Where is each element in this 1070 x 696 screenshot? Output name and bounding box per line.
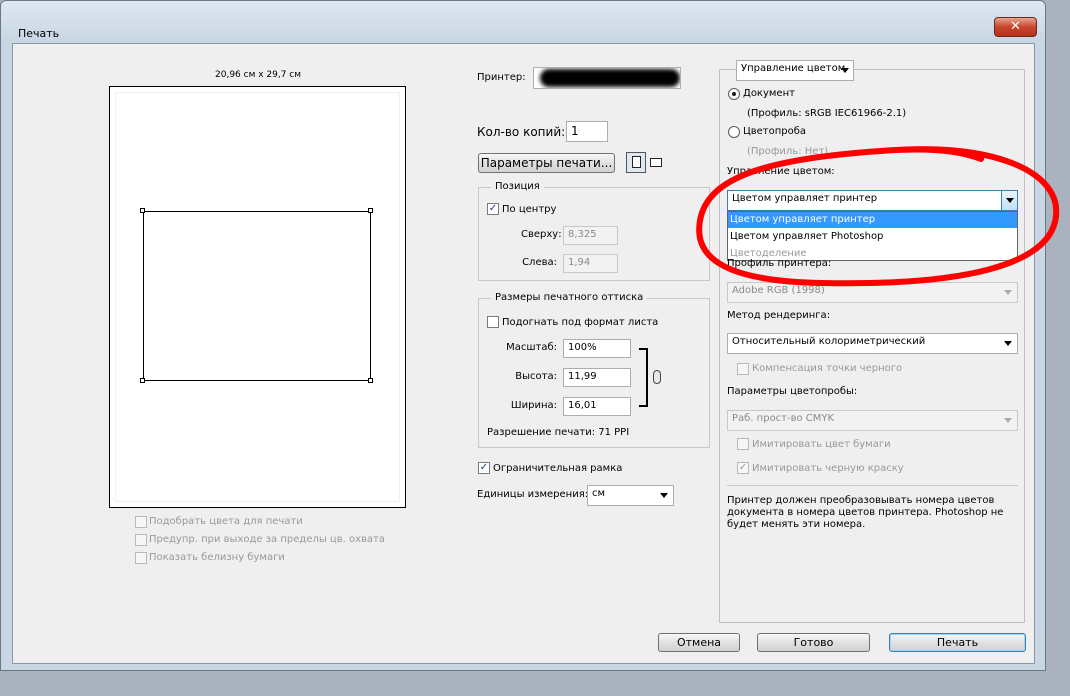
red-annotation-stroke bbox=[696, 146, 1060, 287]
red-annotation-circle bbox=[696, 146, 1060, 287]
print-dialog-window: Печать ✕ 20,96 см x 29,7 см Подобрать цв… bbox=[0, 0, 1060, 671]
